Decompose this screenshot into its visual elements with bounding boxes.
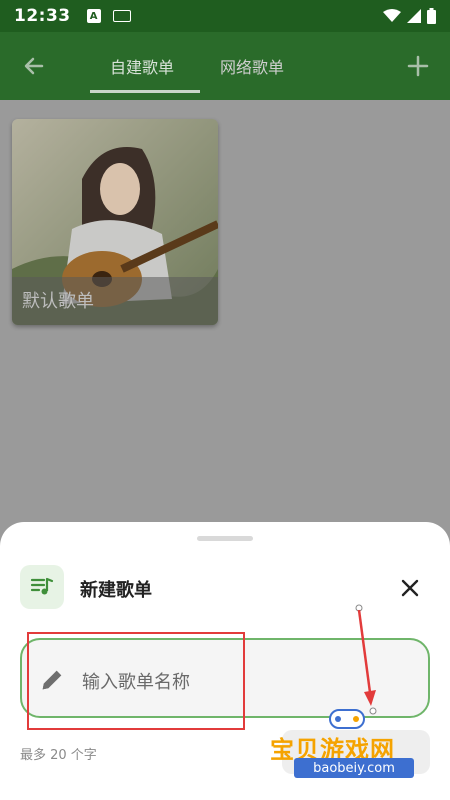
close-button[interactable] — [394, 572, 426, 604]
status-notification-badge: A — [86, 9, 101, 23]
status-bar: 12:33 A — [0, 0, 450, 32]
battery-icon — [427, 8, 436, 24]
close-icon — [401, 579, 419, 597]
app-bar: 自建歌单 网络歌单 — [0, 32, 450, 100]
sheet-title: 新建歌单 — [80, 580, 152, 601]
status-icons — [383, 8, 436, 24]
signal-icon — [407, 9, 421, 23]
tab-custom-playlists[interactable]: 自建歌单 — [110, 54, 174, 78]
annotation-highlight-box — [27, 632, 245, 730]
site-watermark: 宝贝游戏网 baobeiy.com — [270, 706, 440, 786]
arrow-left-icon — [24, 57, 44, 75]
status-time: 12:33 — [14, 6, 71, 26]
sheet-drag-handle[interactable] — [197, 536, 253, 541]
playlist-title: 默认歌单 — [22, 291, 94, 312]
watermark-url: baobeiy.com — [294, 758, 414, 778]
add-playlist-button[interactable] — [402, 50, 434, 82]
plus-icon — [407, 55, 429, 77]
tab-indicator — [90, 90, 200, 93]
char-limit-hint: 最多 20 个字 — [20, 748, 97, 763]
playlist-card[interactable]: 默认歌单 — [12, 119, 218, 325]
tab-online-playlists[interactable]: 网络歌单 — [220, 54, 284, 78]
back-button[interactable] — [18, 50, 50, 82]
keyboard-icon — [112, 10, 131, 22]
music-playlist-icon — [20, 565, 64, 609]
wifi-icon — [383, 9, 401, 22]
annotation-arrow — [355, 604, 377, 715]
